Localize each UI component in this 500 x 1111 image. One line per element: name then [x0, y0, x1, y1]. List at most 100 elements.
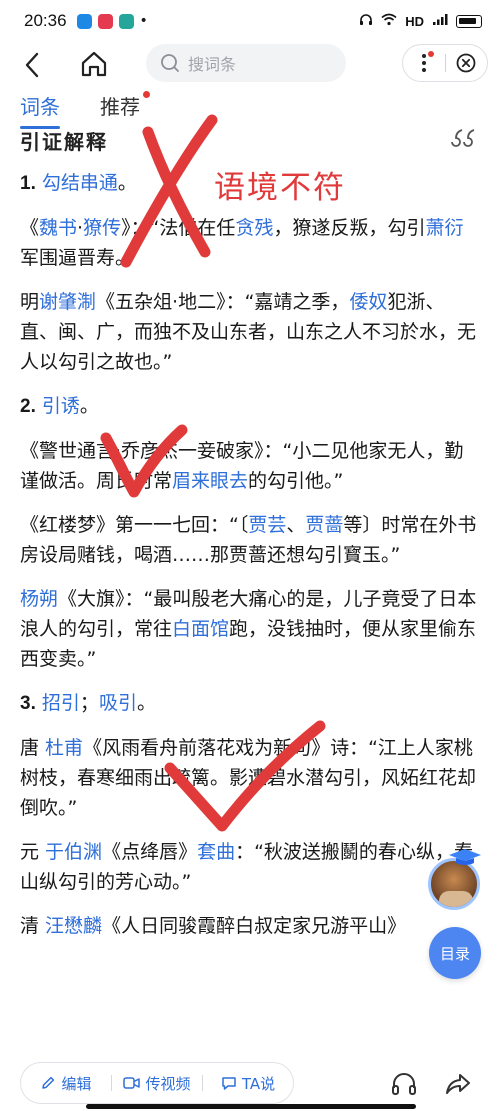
citation-text: ，獠遂反叛，勾引 — [273, 217, 426, 239]
citation-text: 明 — [20, 291, 40, 313]
term-link[interactable]: 杜甫 — [45, 737, 83, 759]
action-pill: 编辑 传视频 TA说 — [20, 1062, 294, 1104]
toc-button[interactable]: 目录 — [429, 927, 481, 979]
signal-icon — [432, 13, 448, 29]
ta-say-button[interactable]: TA说 — [203, 1073, 293, 1094]
sense-number: 3. — [20, 693, 36, 714]
term-link[interactable]: 汪懋麟 — [45, 915, 102, 937]
citation-text: 《五杂俎·地二》：“嘉靖之季， — [96, 291, 350, 313]
close-button[interactable] — [446, 45, 487, 81]
citation-text: 《 — [20, 217, 40, 239]
notification-dot — [428, 51, 434, 57]
home-indicator — [86, 1104, 416, 1109]
tab-recommend[interactable]: 推荐 — [100, 91, 140, 120]
close-circle-icon — [457, 53, 476, 73]
video-label: 传视频 — [145, 1074, 191, 1093]
term-link[interactable]: 贾芸 — [248, 514, 286, 536]
citation-text: 《点绛唇》 — [102, 841, 198, 863]
citation-text: 的勾引他。” — [248, 470, 344, 492]
search-icon — [161, 54, 179, 72]
sense-heading: 2. 引诱。 — [20, 391, 480, 422]
citation-text: 《风雨看舟前落花戏为新句》诗：“江上人家桃树枝，春寒细雨出疏篱。影遭碧水潜勾引，… — [20, 737, 477, 819]
definition-content: 1. 勾结串通。 《魏书·獠传》：“法僧在任贪残，獠遂反叛，勾引萧衍军围逼晋寿。”… — [20, 168, 480, 955]
citation-paragraph: 元 于伯渊《点绛唇》套曲：“秋波送搬鬭的春心纵，春山纵勾引的芳心动。” — [20, 837, 480, 897]
term-link[interactable]: 套曲 — [197, 841, 235, 863]
citation-paragraph: 《警世通言·乔彦杰一妾破家》：“小二见他家无人，勤谨做活。周氏时常眉来眼去的勾引… — [20, 436, 480, 496]
citation-text: 清 — [20, 915, 46, 937]
sense-heading: 3. 招引；吸引。 — [20, 688, 480, 719]
back-button[interactable] — [18, 50, 48, 80]
listen-button[interactable] — [390, 1070, 418, 1098]
chat-bubble-icon — [222, 1076, 236, 1090]
citation-paragraph: 清 汪懋麟《人日同骏霞醉白叔定家兄游平山》 — [20, 911, 480, 941]
share-button[interactable] — [444, 1070, 472, 1098]
sense-number: 1. — [20, 173, 36, 194]
citation-text: 元 — [20, 841, 46, 863]
sense-number: 2. — [20, 396, 36, 417]
pencil-icon — [42, 1076, 55, 1089]
upload-video-button[interactable]: 传视频 — [112, 1073, 202, 1094]
term-link[interactable]: 白面馆 — [172, 618, 229, 640]
context-mismatch-note: 语境不符 — [214, 170, 346, 206]
home-icon — [81, 51, 107, 77]
network-type-label: HD — [405, 13, 424, 29]
citation-text: 唐 — [20, 737, 46, 759]
term-link[interactable]: 于伯渊 — [45, 841, 102, 863]
term-link[interactable]: 眉来眼去 — [172, 470, 248, 492]
edit-button[interactable]: 编辑 — [21, 1073, 111, 1094]
headset-icon — [359, 13, 373, 30]
citation-text: 军围逼晋寿。” — [20, 247, 135, 269]
headphones-icon — [392, 1073, 416, 1095]
term-link[interactable]: 贾蔷 — [305, 514, 343, 536]
term-link[interactable]: 倭奴 — [349, 291, 387, 313]
citation-text: 》：“法僧在任 — [121, 217, 236, 239]
term-link[interactable]: 萧衍 — [425, 217, 463, 239]
more-button[interactable] — [403, 45, 445, 81]
term-link[interactable]: 贪残 — [235, 217, 273, 239]
citation-paragraph: 《魏书·獠传》：“法僧在任贪残，獠遂反叛，勾引萧衍军围逼晋寿。” — [20, 213, 480, 273]
video-app-icon — [97, 13, 113, 29]
term-link[interactable]: 勾结串通 — [42, 172, 118, 194]
store-app-icon — [118, 13, 134, 29]
term-link[interactable]: 獠传 — [83, 217, 121, 239]
term-link[interactable]: 招引 — [42, 692, 80, 714]
tab-entry[interactable]: 词条 — [20, 91, 60, 129]
more-vertical-icon — [422, 54, 426, 72]
search-input[interactable]: 搜词条 — [146, 44, 346, 82]
term-link[interactable]: 吸引 — [99, 692, 137, 714]
video-camera-icon — [123, 1077, 141, 1089]
section-title: 引证解释 — [20, 130, 108, 154]
sense-text: 。 — [117, 172, 137, 194]
recommend-badge-dot — [143, 91, 150, 98]
mini-program-capsule — [402, 44, 488, 82]
sense-text: ； — [79, 692, 99, 714]
status-time: 20:36 — [24, 11, 67, 30]
citation-paragraph: 杨朔《大旗》：“最叫殷老大痛心的是，儿子竟受了日本浪人的勾引，常往白面馆跑，没钱… — [20, 584, 480, 674]
more-notifications-dot-icon: • — [139, 13, 148, 29]
ta-say-label: TA说 — [241, 1074, 276, 1093]
citation-paragraph: 《红楼梦》第一一七回：“〔贾芸、贾蔷等〕时常在外书房设局赌钱，喝酒……那贾蔷还想… — [20, 510, 480, 570]
edit-label: 编辑 — [61, 1074, 92, 1093]
term-link[interactable]: 谢肇淛 — [39, 291, 96, 313]
share-arrow-icon — [446, 1074, 470, 1094]
citation-paragraph: 唐 杜甫《风雨看舟前落花戏为新句》诗：“江上人家桃树枝，春寒细雨出疏篱。影遭碧水… — [20, 733, 480, 823]
sense-text: 。 — [136, 692, 156, 714]
term-link[interactable]: 引诱 — [42, 395, 80, 417]
citation-text: 《红楼梦》第一一七回：“〔 — [20, 514, 249, 536]
nav-bar: 搜词条 — [0, 42, 500, 86]
chevron-left-icon — [25, 52, 39, 78]
graduation-cap-icon — [449, 849, 481, 865]
tab-bar: 词条 推荐 — [0, 86, 500, 129]
wifi-icon — [381, 13, 397, 29]
home-button[interactable] — [78, 48, 110, 80]
qq-app-icon — [76, 13, 92, 29]
term-link[interactable]: 魏书 — [39, 217, 77, 239]
term-link[interactable]: 杨朔 — [20, 588, 58, 610]
citation-paragraph: 明谢肇淛《五杂俎·地二》：“嘉靖之季，倭奴犯浙、直、闽、广，而独不及山东者，山东… — [20, 287, 480, 377]
quote-icon[interactable] — [450, 126, 476, 152]
bottom-toolbar: 编辑 传视频 TA说 — [0, 1052, 500, 1111]
citation-text: 《人日同骏霞醉白叔定家兄游平山》 — [102, 915, 407, 937]
battery-icon — [456, 14, 482, 28]
section-header: 引证解释 — [20, 124, 480, 158]
search-placeholder: 搜词条 — [188, 55, 237, 74]
